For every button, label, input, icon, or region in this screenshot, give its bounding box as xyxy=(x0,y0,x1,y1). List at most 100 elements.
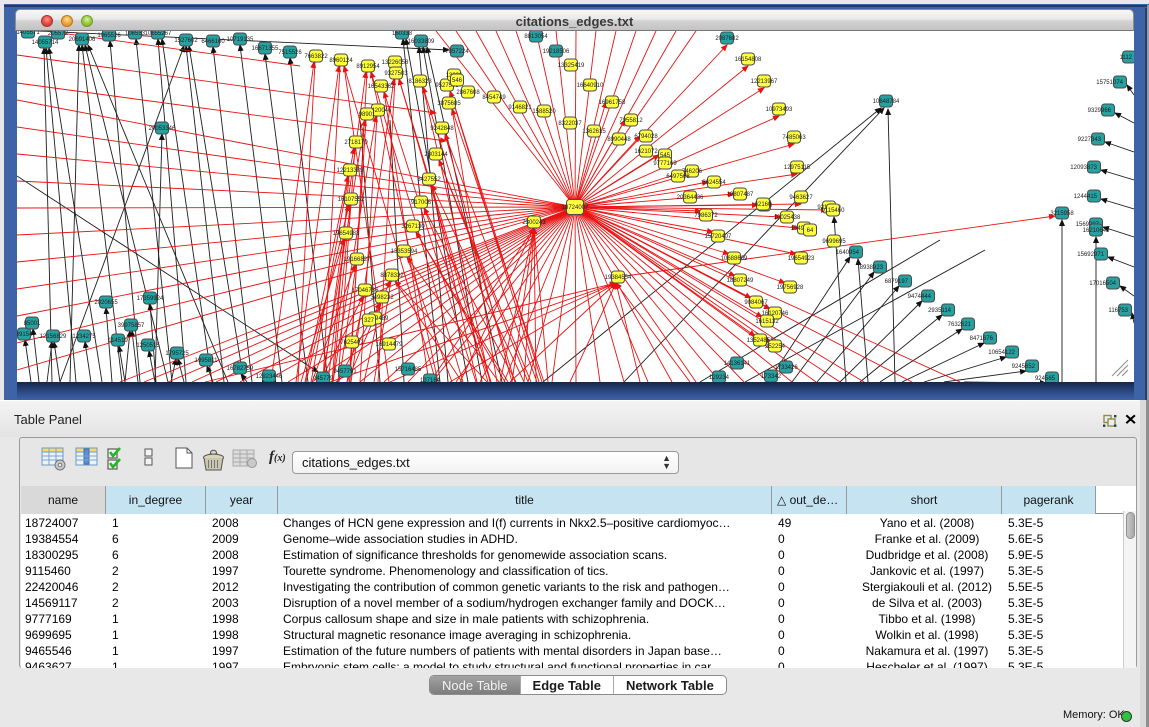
svg-text:2718170: 2718170 xyxy=(344,140,368,146)
svg-text:9146821: 9146821 xyxy=(508,105,532,111)
svg-text:12093873: 12093873 xyxy=(1070,165,1097,171)
svg-text:19756928: 19756928 xyxy=(777,285,804,291)
svg-text:1405571: 1405571 xyxy=(17,31,40,36)
svg-text:19654983: 19654983 xyxy=(333,231,360,237)
svg-text:10648784: 10648784 xyxy=(873,99,900,105)
svg-text:15692971: 15692971 xyxy=(1077,252,1104,258)
svg-text:15751074: 15751074 xyxy=(1096,80,1123,86)
svg-text:10807487: 10807487 xyxy=(727,192,754,198)
svg-text:9329966: 9329966 xyxy=(1088,108,1112,114)
svg-text:9457791: 9457791 xyxy=(333,369,357,375)
svg-text:8186323: 8186323 xyxy=(408,79,432,85)
svg-text:1112: 1112 xyxy=(1120,55,1133,61)
svg-text:64: 64 xyxy=(807,228,814,234)
svg-text:10719135: 10719135 xyxy=(227,37,254,43)
svg-text:7857224: 7857224 xyxy=(445,49,469,55)
svg-text:9777169: 9777169 xyxy=(653,161,677,167)
svg-text:8813054: 8813054 xyxy=(524,34,548,40)
svg-text:2867608: 2867608 xyxy=(456,90,480,96)
svg-text:98901: 98901 xyxy=(359,112,376,118)
svg-text:106553: 106553 xyxy=(125,31,146,37)
svg-text:13325419: 13325419 xyxy=(558,63,585,69)
svg-text:1244415: 1244415 xyxy=(1074,194,1098,200)
svg-text:10688609: 10688609 xyxy=(721,256,748,262)
svg-text:7663822: 7663822 xyxy=(304,54,328,60)
svg-text:10654122: 10654122 xyxy=(988,350,1015,356)
svg-text:7632621: 7632621 xyxy=(948,322,972,328)
svg-text:20691406: 20691406 xyxy=(69,37,96,43)
svg-text:8427552: 8427552 xyxy=(417,177,441,183)
svg-text:8960124: 8960124 xyxy=(329,58,353,64)
svg-text:8912954: 8912954 xyxy=(356,64,380,70)
svg-text:15720407: 15720407 xyxy=(705,234,732,240)
svg-text:62160: 62160 xyxy=(755,202,772,208)
svg-text:9227343: 9227343 xyxy=(1078,137,1102,143)
svg-text:2087682: 2087682 xyxy=(715,36,739,42)
svg-text:8322037: 8322037 xyxy=(558,121,582,127)
svg-text:8454749: 8454749 xyxy=(482,95,506,101)
svg-text:9115460: 9115460 xyxy=(822,208,846,214)
svg-text:160338: 160338 xyxy=(392,31,413,37)
svg-text:15716485: 15716485 xyxy=(395,367,422,373)
svg-text:16210643: 16210643 xyxy=(1083,228,1110,234)
svg-text:2803144: 2803144 xyxy=(424,152,448,158)
svg-text:6466160: 6466160 xyxy=(201,39,225,45)
svg-text:20053346: 20053346 xyxy=(149,126,176,132)
svg-text:7485063: 7485063 xyxy=(782,135,806,141)
svg-text:13226058: 13226058 xyxy=(382,60,409,66)
svg-text:39975857: 39975857 xyxy=(118,323,145,329)
svg-text:2300243: 2300243 xyxy=(522,220,546,226)
svg-text:16154808: 16154808 xyxy=(735,57,762,63)
svg-text:1362615: 1362615 xyxy=(582,129,606,135)
svg-text:8878332: 8878332 xyxy=(380,273,404,279)
svg-text:6794028: 6794028 xyxy=(634,134,658,140)
svg-text:252254: 252254 xyxy=(765,344,786,350)
svg-text:16033809: 16033809 xyxy=(408,39,435,45)
svg-text:1733426: 1733426 xyxy=(774,365,798,371)
svg-text:8938923: 8938923 xyxy=(860,265,884,271)
svg-text:19384554: 19384554 xyxy=(605,275,632,281)
svg-text:12213389: 12213389 xyxy=(337,168,364,174)
svg-text:17016504: 17016504 xyxy=(1089,281,1116,287)
svg-text:1615132: 1615132 xyxy=(755,319,779,325)
svg-text:19654923: 19654923 xyxy=(788,256,815,262)
svg-text:114519: 114519 xyxy=(108,338,128,344)
svg-text:12923446: 12923446 xyxy=(256,374,283,380)
svg-text:10655267: 10655267 xyxy=(145,31,172,37)
svg-text:3498222: 3498222 xyxy=(370,295,394,301)
svg-text:1640954: 1640954 xyxy=(836,250,860,256)
svg-text:7515526: 7515526 xyxy=(278,50,302,56)
svg-text:16107552: 16107552 xyxy=(338,197,365,203)
svg-text:3215958: 3215958 xyxy=(1050,211,1074,217)
svg-text:8990448: 8990448 xyxy=(607,137,631,143)
svg-text:1995811: 1995811 xyxy=(195,358,219,364)
svg-text:1250515: 1250515 xyxy=(136,343,160,349)
svg-text:12975115: 12975115 xyxy=(784,165,811,171)
svg-text:20364436: 20364436 xyxy=(677,195,704,201)
svg-text:13353594: 13353594 xyxy=(391,249,418,255)
svg-text:16914479: 16914479 xyxy=(376,342,403,348)
svg-text:3624554: 3624554 xyxy=(702,180,726,186)
svg-text:9242848: 9242848 xyxy=(430,126,454,132)
svg-text:16671355: 16671355 xyxy=(252,46,279,52)
svg-text:18724007: 18724007 xyxy=(562,205,589,211)
svg-text:16543362: 16543362 xyxy=(368,84,395,90)
svg-text:7625402: 7625402 xyxy=(340,340,364,346)
svg-text:173342: 173342 xyxy=(761,374,782,380)
svg-text:14055714: 14055714 xyxy=(32,40,59,46)
svg-text:1234275: 1234275 xyxy=(72,334,96,340)
svg-text:39154: 39154 xyxy=(17,332,33,338)
svg-text:19218506: 19218506 xyxy=(543,49,570,55)
svg-text:129234: 129234 xyxy=(709,375,730,381)
svg-text:16640910: 16640910 xyxy=(577,83,604,89)
svg-text:10973493: 10973493 xyxy=(766,107,793,113)
svg-text:9699695: 9699695 xyxy=(822,239,846,245)
svg-text:19166827: 19166827 xyxy=(344,257,371,263)
svg-text:12213967: 12213967 xyxy=(751,79,778,85)
svg-text:16961758: 16961758 xyxy=(599,100,626,106)
svg-text:1527602: 1527602 xyxy=(174,38,198,44)
svg-text:18807249: 18807249 xyxy=(727,278,754,284)
svg-text:85001: 85001 xyxy=(24,321,41,327)
svg-text:3267130: 3267130 xyxy=(401,224,425,230)
svg-text:1588520: 1588520 xyxy=(532,109,556,115)
